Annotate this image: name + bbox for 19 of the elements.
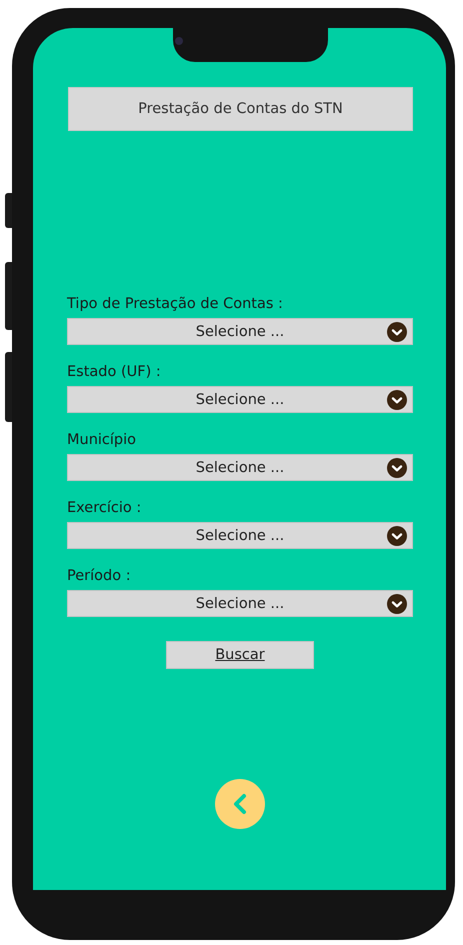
chevron-down-icon [387, 594, 407, 614]
field-label: Exercício : [67, 499, 142, 518]
back-button[interactable] [215, 779, 265, 829]
dropdown-field[interactable]: Selecione ... [67, 318, 413, 345]
field-label: Tipo de Prestação de Contas : [67, 295, 283, 314]
search-button[interactable]: Buscar [166, 641, 314, 669]
chevron-left-icon [232, 793, 248, 815]
page-title: Prestação de Contas do STN [68, 87, 413, 131]
chevron-down-icon [387, 390, 407, 410]
field-label: Estado (UF) : [67, 363, 161, 382]
field-label: Período : [67, 567, 131, 586]
dropdown-field[interactable]: Selecione ... [67, 590, 413, 617]
chevron-down-icon [387, 322, 407, 342]
dropdown-field[interactable]: Selecione ... [67, 386, 413, 413]
field-label: Município [67, 431, 136, 450]
dropdown-field[interactable]: Selecione ... [67, 522, 413, 549]
chevron-down-icon [387, 458, 407, 478]
dropdown-field[interactable]: Selecione ... [67, 454, 413, 481]
chevron-down-icon [387, 526, 407, 546]
